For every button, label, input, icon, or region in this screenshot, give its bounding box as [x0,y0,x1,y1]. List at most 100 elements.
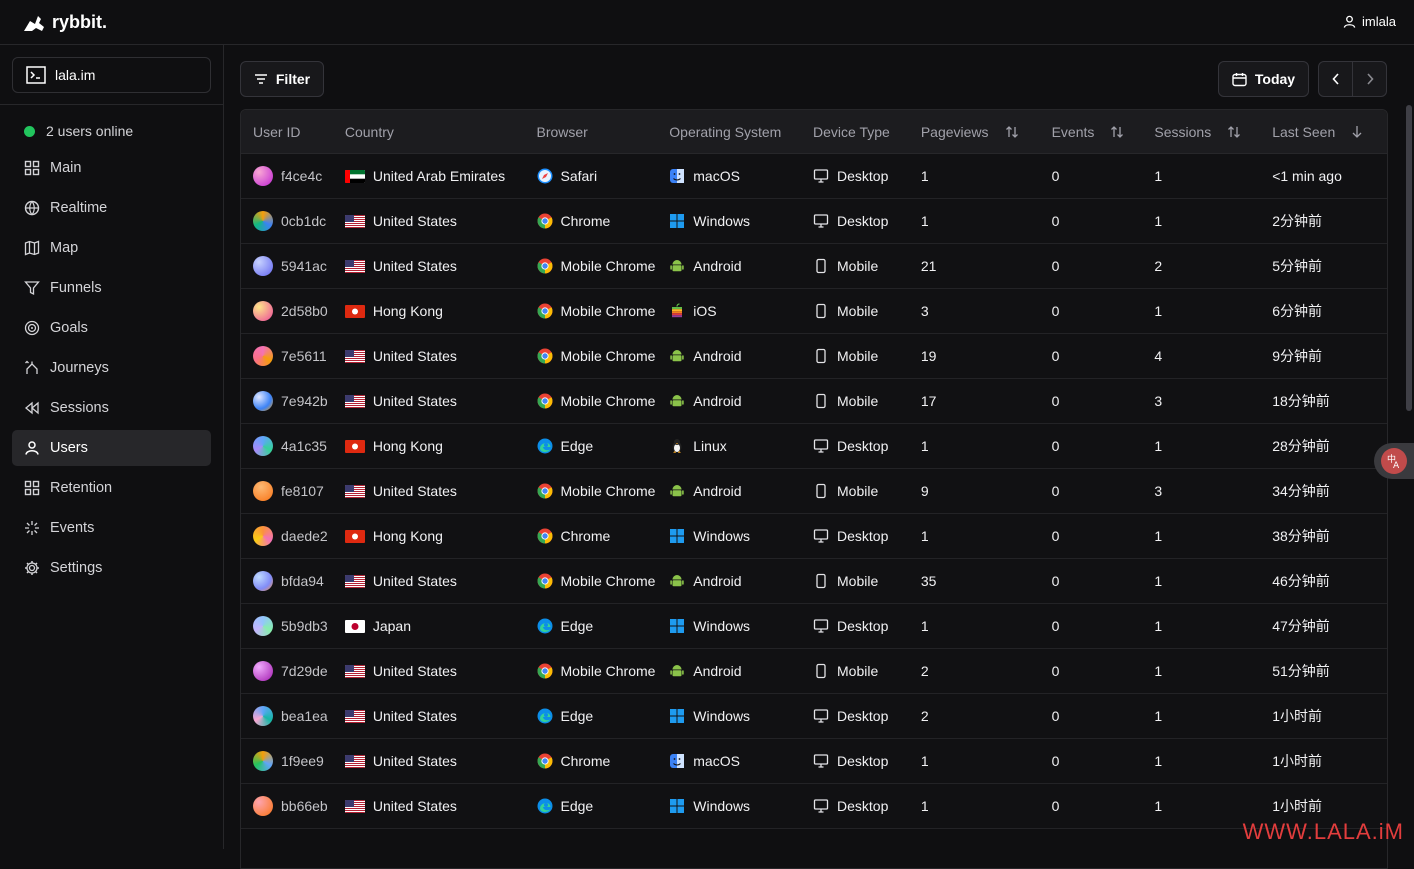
globe-icon [24,200,40,216]
mobile-icon [813,348,829,364]
avatar [253,436,273,456]
table-row[interactable]: bfda94United StatesMobile ChromeAndroidM… [241,559,1387,604]
column-header-last-seen[interactable]: Last Seen [1272,124,1387,140]
user-id-cell[interactable]: 4a1c35 [241,436,345,456]
table-row[interactable]: 7e5611United StatesMobile ChromeAndroidM… [241,334,1387,379]
table-row[interactable]: 7d29deUnited StatesMobile ChromeAndroidM… [241,649,1387,694]
table-row[interactable]: 5b9db3JapanEdgeWindowsDesktop10147分钟前 [241,604,1387,649]
sidebar-item-funnels[interactable]: Funnels [12,270,211,306]
user-id-cell[interactable]: 5b9db3 [241,616,345,636]
date-picker-button[interactable]: Today [1218,61,1309,97]
column-header-pageviews[interactable]: Pageviews [921,124,1052,140]
desktop-icon [813,708,829,724]
column-header-user-id[interactable]: User ID [241,124,345,140]
android-icon [669,258,685,274]
last-seen-cell: 1小时前 [1272,796,1387,816]
user-id-cell[interactable]: f4ce4c [241,166,345,186]
table-row[interactable]: 1f9ee9United StatesChromemacOSDesktop101… [241,739,1387,784]
last-seen-cell: 1小时前 [1272,751,1387,771]
translate-button[interactable]: 中A [1374,443,1414,479]
device-cell: Mobile [813,348,921,364]
user-id-cell[interactable]: 7d29de [241,661,345,681]
scrollbar[interactable] [1406,105,1412,411]
next-period-button[interactable] [1352,61,1387,97]
sidebar-item-map[interactable]: Map [12,230,211,266]
table-row[interactable]: f4ce4cUnited Arab EmiratesSafarimacOSDes… [241,154,1387,199]
avatar [253,796,273,816]
table-row[interactable]: fe8107United StatesMobile ChromeAndroidM… [241,469,1387,514]
user-id-cell[interactable]: daede2 [241,526,345,546]
user-id-cell[interactable]: bfda94 [241,571,345,591]
sidebar-item-settings[interactable]: Settings [12,550,211,586]
sidebar-item-main[interactable]: Main [12,150,211,186]
pageviews-cell: 1 [921,618,1052,634]
last-seen-cell: 28分钟前 [1272,436,1387,456]
user-menu[interactable]: imlala [1343,14,1396,29]
table-row[interactable]: bea1eaUnited StatesEdgeWindowsDesktop201… [241,694,1387,739]
os-cell: Linux [669,438,813,454]
sidebar-item-events[interactable]: Events [12,510,211,546]
column-header-operating-system[interactable]: Operating System [669,124,813,140]
table-row[interactable]: 4a1c35Hong KongEdgeLinuxDesktop10128分钟前 [241,424,1387,469]
user-id-cell[interactable]: bea1ea [241,706,345,726]
desktop-icon [813,528,829,544]
country-cell: United States [345,753,537,769]
users-table: User IDCountryBrowserOperating SystemDev… [240,109,1388,869]
column-header-sessions[interactable]: Sessions [1154,124,1272,140]
online-indicator[interactable]: 2 users online [24,123,133,139]
avatar [253,526,273,546]
sidebar-item-sessions[interactable]: Sessions [12,390,211,426]
chrome-icon [537,258,553,274]
sidebar-item-retention[interactable]: Retention [12,470,211,506]
user-id-cell[interactable]: 1f9ee9 [241,751,345,771]
filter-label: Filter [276,71,310,87]
column-header-events[interactable]: Events [1052,124,1155,140]
svg-text:A: A [1393,461,1400,471]
pageviews-cell: 2 [921,663,1052,679]
android-icon [669,483,685,499]
sidebar-item-label: Funnels [50,280,102,296]
user-id-cell[interactable]: 0cb1dc [241,211,345,231]
macos-icon [669,168,685,184]
table-row[interactable]: bb66ebUnited StatesEdgeWindowsDesktop101… [241,784,1387,829]
user-id-cell[interactable]: bb66eb [241,796,345,816]
desktop-icon [813,618,829,634]
logo[interactable]: rybbit. [22,12,107,33]
user-id-cell[interactable]: 7e5611 [241,346,345,366]
country-cell: United States [345,258,537,274]
user-id-cell[interactable]: fe8107 [241,481,345,501]
sidebar-item-realtime[interactable]: Realtime [12,190,211,226]
table-row[interactable]: 2d58b0Hong KongMobile ChromeiOSMobile301… [241,289,1387,334]
filter-button[interactable]: Filter [240,61,324,97]
sidebar-item-label: Journeys [50,360,109,376]
pageviews-cell: 1 [921,528,1052,544]
apple-icon [669,303,685,319]
previous-period-button[interactable] [1318,61,1353,97]
sidebar-item-goals[interactable]: Goals [12,310,211,346]
table-row[interactable]: 5941acUnited StatesMobile ChromeAndroidM… [241,244,1387,289]
browser-cell: Chrome [537,213,670,229]
sessions-cell: 1 [1154,573,1272,589]
sidebar-item-label: Goals [50,320,88,336]
sidebar-item-users[interactable]: Users [12,430,211,466]
table-row[interactable]: daede2Hong KongChromeWindowsDesktop10138… [241,514,1387,559]
user-id-cell[interactable]: 2d58b0 [241,301,345,321]
mobile-icon [813,483,829,499]
flag-us-icon [345,755,365,768]
site-selector[interactable]: lala.im [12,57,211,93]
user-id-cell[interactable]: 7e942b [241,391,345,411]
table-row[interactable]: 7e942bUnited StatesMobile ChromeAndroidM… [241,379,1387,424]
flag-us-icon [345,350,365,363]
country-cell: Japan [345,618,537,634]
column-header-device-type[interactable]: Device Type [813,124,921,140]
sessions-cell: 1 [1154,213,1272,229]
table-row[interactable]: 0cb1dcUnited StatesChromeWindowsDesktop1… [241,199,1387,244]
user-id-cell[interactable]: 5941ac [241,256,345,276]
sessions-cell: 1 [1154,708,1272,724]
chrome-icon [537,213,553,229]
column-header-browser[interactable]: Browser [537,124,670,140]
pageviews-cell: 1 [921,168,1052,184]
column-header-country[interactable]: Country [345,124,537,140]
events-cell: 0 [1052,753,1155,769]
sidebar-item-journeys[interactable]: Journeys [12,350,211,386]
